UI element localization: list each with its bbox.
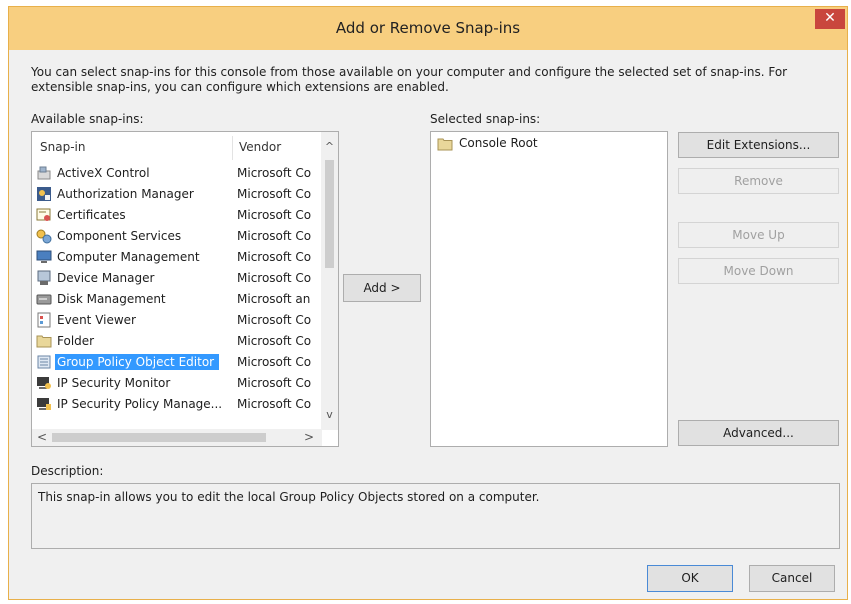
horizontal-scrollbar[interactable]: < > xyxy=(32,429,322,446)
snapin-name: Folder xyxy=(57,334,95,348)
snapin-row[interactable]: Device Manager Microsoft Co xyxy=(32,267,322,288)
snapin-vendor: Microsoft Co xyxy=(237,208,312,222)
close-button[interactable]: ✕ xyxy=(815,9,845,29)
ok-button[interactable]: OK xyxy=(647,565,733,592)
column-header-snapin[interactable]: Snap-in xyxy=(40,132,85,162)
snapin-name: Authorization Manager xyxy=(57,187,194,201)
snapin-name: Disk Management xyxy=(57,292,166,306)
window-title: Add or Remove Snap-ins xyxy=(335,19,521,37)
vertical-scroll-thumb[interactable] xyxy=(325,160,334,268)
description-label: Description: xyxy=(31,464,104,478)
authorization-icon xyxy=(37,187,51,201)
tree-item-label: Console Root xyxy=(459,136,538,150)
snapin-row[interactable]: IP Security Monitor Microsoft Co xyxy=(32,372,322,393)
description-text: This snap-in allows you to edit the loca… xyxy=(38,490,540,504)
selected-snapins-list[interactable]: Console Root xyxy=(430,131,668,447)
snapin-vendor: Microsoft Co xyxy=(237,187,312,201)
horizontal-scroll-thumb[interactable] xyxy=(52,433,266,442)
snapin-vendor: Microsoft Co xyxy=(237,166,312,180)
add-remove-snapins-dialog: Add or Remove Snap-ins ✕ You can select … xyxy=(8,6,848,600)
intro-text: You can select snap-ins for this console… xyxy=(31,65,788,94)
snapin-vendor: Microsoft Co xyxy=(237,397,312,411)
device-icon xyxy=(37,270,51,285)
column-divider[interactable] xyxy=(232,136,233,160)
snapin-vendor: Microsoft Co xyxy=(237,250,312,264)
snapin-name: Computer Management xyxy=(57,250,200,264)
security-policy-icon xyxy=(37,398,51,410)
event-icon xyxy=(37,312,51,328)
scroll-left-arrow-icon[interactable]: < xyxy=(37,430,47,444)
vertical-scrollbar[interactable]: ^ v xyxy=(321,132,338,430)
title-bar[interactable]: Add or Remove Snap-ins ✕ xyxy=(9,7,847,50)
snapin-row[interactable]: Authorization Manager Microsoft Co xyxy=(32,183,322,204)
snapin-vendor: Microsoft Co xyxy=(237,313,312,327)
snapin-row[interactable]: Folder Microsoft Co xyxy=(32,330,322,351)
snapin-row[interactable]: Component Services Microsoft Co xyxy=(32,225,322,246)
snapin-name: IP Security Policy Manage... xyxy=(57,397,223,411)
snapin-name: Event Viewer xyxy=(57,313,136,327)
security-monitor-icon xyxy=(37,377,51,389)
disk-icon xyxy=(36,294,52,305)
component-icon xyxy=(36,229,52,244)
snapin-row[interactable]: Disk Management Microsoft an xyxy=(32,288,322,309)
scroll-up-arrow-icon[interactable]: ^ xyxy=(321,140,338,153)
cancel-button[interactable]: Cancel xyxy=(749,565,835,592)
snapin-row[interactable]: Event Viewer Microsoft Co xyxy=(32,309,322,330)
snapin-vendor: Microsoft Co xyxy=(237,229,312,243)
scroll-right-arrow-icon[interactable]: > xyxy=(304,430,314,444)
move-down-button[interactable]: Move Down xyxy=(678,258,839,284)
snapin-row[interactable]: Certificates Microsoft Co xyxy=(32,204,322,225)
available-snapins-label: Available snap-ins: xyxy=(31,112,144,126)
snapin-row[interactable]: ActiveX Control Microsoft Co xyxy=(32,162,322,183)
folder-icon xyxy=(36,335,52,348)
snapin-row[interactable]: IP Security Policy Manage... Microsoft Co xyxy=(32,393,322,414)
add-button[interactable]: Add > xyxy=(343,274,421,302)
snapin-name: ActiveX Control xyxy=(57,166,150,180)
snapin-name: Certificates xyxy=(57,208,126,222)
activex-icon xyxy=(37,166,51,180)
snapin-vendor: Microsoft Co xyxy=(237,355,312,369)
certificate-icon xyxy=(36,208,51,221)
move-up-button[interactable]: Move Up xyxy=(678,222,839,248)
policy-icon xyxy=(37,355,51,369)
snapin-name: Group Policy Object Editor xyxy=(55,354,220,370)
computer-icon xyxy=(36,250,52,263)
scroll-down-arrow-icon[interactable]: v xyxy=(321,408,338,421)
snapin-vendor: Microsoft Co xyxy=(237,271,312,285)
snapin-name: Component Services xyxy=(57,229,182,243)
snapin-row[interactable]: Group Policy Object Editor Microsoft Co xyxy=(32,351,322,372)
column-header-vendor[interactable]: Vendor xyxy=(239,132,281,162)
snapin-name: Device Manager xyxy=(57,271,155,285)
edit-extensions-button[interactable]: Edit Extensions... xyxy=(678,132,839,158)
advanced-button[interactable]: Advanced... xyxy=(678,420,839,446)
selected-snapins-label: Selected snap-ins: xyxy=(430,112,541,126)
available-snapins-list[interactable]: Snap-in Vendor ActiveX Control Microsoft … xyxy=(31,131,339,447)
remove-button[interactable]: Remove xyxy=(678,168,839,194)
snapin-rows: ActiveX Control Microsoft Co Authorization… xyxy=(32,162,322,430)
folder-icon xyxy=(437,138,453,151)
snapin-vendor: Microsoft Co xyxy=(237,376,312,390)
snapin-vendor: Microsoft an xyxy=(237,292,311,306)
snapin-row[interactable]: Computer Management Microsoft Co xyxy=(32,246,322,267)
snapin-name: IP Security Monitor xyxy=(57,376,171,390)
snapin-vendor: Microsoft Co xyxy=(237,334,312,348)
description-box: This snap-in allows you to edit the loca… xyxy=(31,483,840,549)
